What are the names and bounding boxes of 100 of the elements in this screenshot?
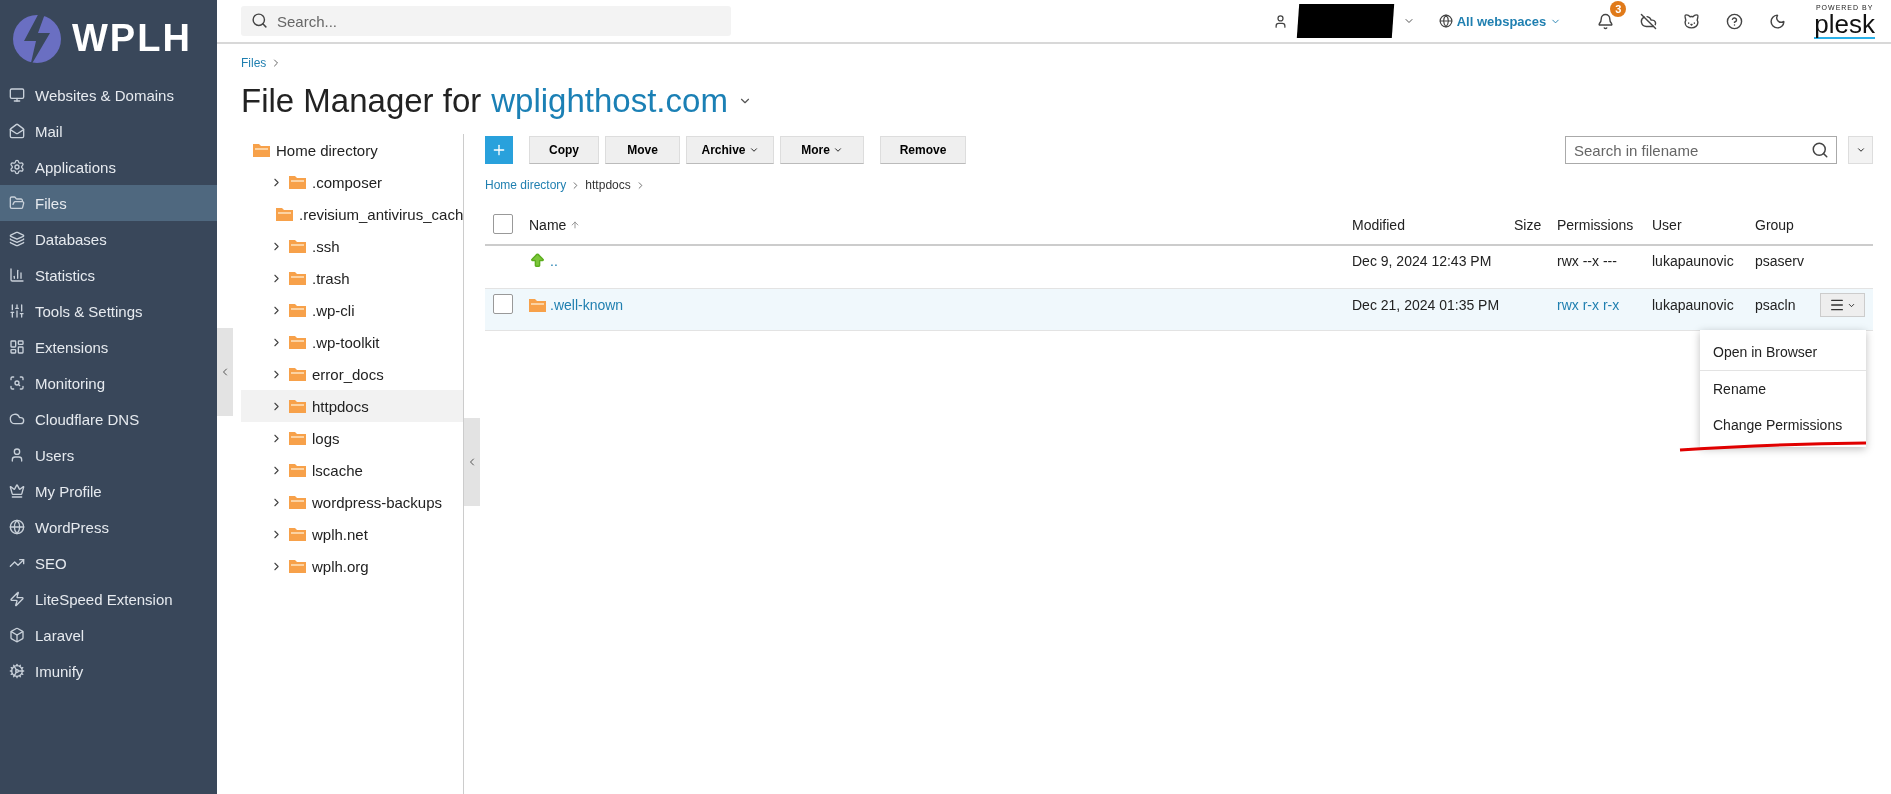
lightning-icon xyxy=(9,591,25,607)
select-all-checkbox[interactable] xyxy=(493,213,513,234)
column-header[interactable]: Size xyxy=(1514,217,1557,233)
tree-item[interactable]: httpdocs xyxy=(241,390,463,422)
cog-icon xyxy=(9,663,25,679)
nav-item[interactable]: Monitoring xyxy=(0,365,217,401)
user-cell-text: lukapaunovic xyxy=(1652,297,1735,314)
column-header[interactable]: Group xyxy=(1755,217,1820,233)
nav-item[interactable]: Laravel xyxy=(0,617,217,653)
nav-item[interactable]: My Profile xyxy=(0,473,217,509)
tree-item[interactable]: .trash xyxy=(241,262,463,294)
cloud-icon xyxy=(9,411,25,427)
nav-item[interactable]: Mail xyxy=(0,113,217,149)
path-item[interactable]: httpdocs xyxy=(585,178,631,192)
search-icon xyxy=(1811,141,1829,159)
tree-item[interactable]: logs xyxy=(241,422,463,454)
nav-item[interactable]: Users xyxy=(0,437,217,473)
menu-item[interactable]: Open in Browser xyxy=(1700,334,1866,371)
nav-item[interactable]: LiteSpeed Extension xyxy=(0,581,217,617)
page-title: File Manager for xyxy=(241,82,482,120)
menu-item[interactable]: Rename xyxy=(1700,371,1866,407)
caret-icon xyxy=(1855,145,1866,155)
nav-item[interactable]: Files xyxy=(0,185,217,221)
row-checkbox[interactable] xyxy=(493,293,513,314)
row-menu-button[interactable] xyxy=(1820,293,1865,318)
tree-item[interactable]: wplh.org xyxy=(241,550,463,582)
notification-badge: 3 xyxy=(1610,0,1627,17)
nav-item[interactable]: Extensions xyxy=(0,329,217,365)
search-field[interactable]: Search... xyxy=(241,6,731,36)
box-icon xyxy=(9,627,25,643)
collapse-handle[interactable] xyxy=(217,328,233,416)
tree-item[interactable]: wordpress-backups xyxy=(241,486,463,518)
tree-item[interactable]: .wp-toolkit xyxy=(241,326,463,358)
cloud-off-icon[interactable] xyxy=(1640,12,1658,30)
magnifier-icon xyxy=(9,375,25,391)
folder-icon xyxy=(289,431,306,445)
sort-arrow-icon xyxy=(570,220,581,230)
gear-icon xyxy=(9,159,25,175)
plesk-logo[interactable]: plesk xyxy=(1814,10,1875,39)
menu-item[interactable]: Change Permissions xyxy=(1700,407,1866,443)
toolbar-button[interactable]: Archive xyxy=(686,136,774,164)
folder-icon xyxy=(289,335,306,349)
toolbar-button[interactable]: Move xyxy=(605,136,680,164)
webspaces-link[interactable]: All webspaces xyxy=(1438,13,1562,29)
nav-item[interactable]: Imunify xyxy=(0,653,217,689)
tree-item[interactable]: .composer xyxy=(241,166,463,198)
up-arrow-icon xyxy=(529,252,546,270)
moon-icon[interactable] xyxy=(1769,12,1787,30)
folder-icon xyxy=(289,303,306,317)
folder-icon xyxy=(276,207,293,221)
user-icon[interactable] xyxy=(1272,13,1288,29)
modified-cell-text: Dec 9, 2024 12:43 PM xyxy=(1352,252,1493,269)
tree-item[interactable]: .revisium_antivirus_cach xyxy=(241,198,463,230)
group-cell-text: psaserv xyxy=(1755,252,1806,269)
path-link[interactable]: Home directory xyxy=(485,178,567,192)
user-cell-text: lukapaunovic xyxy=(1652,252,1735,269)
modified-cell-text: Dec 21, 2024 01:35 PM xyxy=(1352,297,1501,314)
column-header[interactable]: Permissions xyxy=(1557,217,1652,233)
folder-icon xyxy=(9,195,25,211)
breadcrumb-link[interactable]: Files xyxy=(241,56,267,70)
folder-icon xyxy=(289,175,306,189)
nav-item[interactable]: Tools & Settings xyxy=(0,293,217,329)
bar-chart-icon xyxy=(9,267,25,283)
toolbar-button[interactable]: Remove xyxy=(880,136,966,164)
nav-item[interactable]: WordPress xyxy=(0,509,217,545)
tree-item[interactable]: Home directory xyxy=(241,134,463,166)
nav-item[interactable]: SEO xyxy=(0,545,217,581)
cat-icon[interactable] xyxy=(1683,12,1701,30)
tree-item[interactable]: wplh.net xyxy=(241,518,463,550)
column-header[interactable]: User xyxy=(1652,217,1755,233)
folder-icon xyxy=(253,143,270,157)
column-header[interactable]: Modified xyxy=(1352,217,1514,233)
tree-item[interactable]: error_docs xyxy=(241,358,463,390)
toolbar-button[interactable]: Copy xyxy=(529,136,599,164)
tree-item[interactable]: .ssh xyxy=(241,230,463,262)
toolbar-button[interactable]: More xyxy=(780,136,864,164)
monitor-icon xyxy=(9,87,25,103)
crown-icon xyxy=(9,483,25,499)
bell-icon[interactable] xyxy=(1597,12,1615,30)
permissions-link[interactable]: rwx r-x r-x xyxy=(1557,297,1652,314)
tree-item[interactable]: .wp-cli xyxy=(241,294,463,326)
collapse-handle[interactable] xyxy=(464,418,480,506)
parent-dir-link[interactable]: .. xyxy=(550,252,558,269)
folder-icon xyxy=(289,239,306,253)
search-icon xyxy=(251,12,268,29)
folder-icon xyxy=(289,527,306,541)
nav-item[interactable]: Statistics xyxy=(0,257,217,293)
column-header[interactable]: Name xyxy=(529,217,1352,233)
file-name-link[interactable]: .well-known xyxy=(550,297,624,314)
help-icon[interactable] xyxy=(1726,12,1744,30)
nav-item[interactable]: Cloudflare DNS xyxy=(0,401,217,437)
logo-text: WPLH xyxy=(72,17,192,60)
tree-item[interactable]: lscache xyxy=(241,454,463,486)
folder-icon xyxy=(289,271,306,285)
globe-icon xyxy=(9,519,25,535)
nav-item[interactable]: Websites & Domains xyxy=(0,77,217,113)
nav-item[interactable]: Databases xyxy=(0,221,217,257)
nav-item[interactable]: Applications xyxy=(0,149,217,185)
filename-search-field[interactable]: Search in filename xyxy=(1565,136,1837,164)
domain-title[interactable]: wplighthost.com xyxy=(491,82,728,120)
